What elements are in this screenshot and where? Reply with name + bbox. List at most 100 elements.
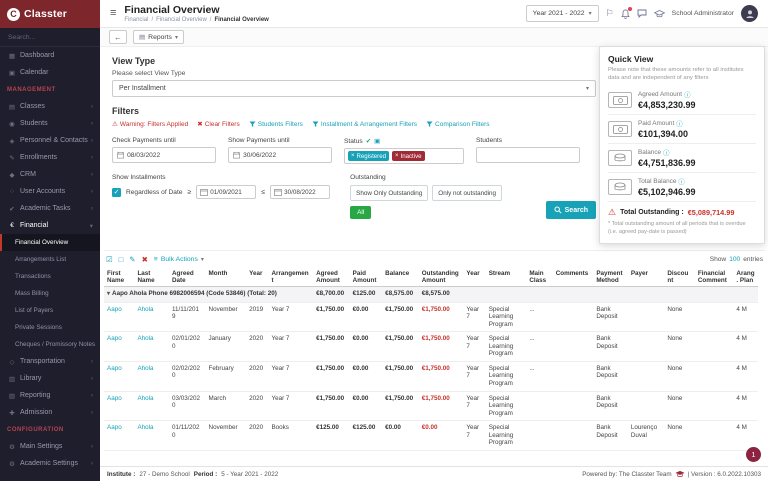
cell-first-name[interactable]: Aapo (104, 421, 134, 451)
column-header[interactable]: Year (463, 268, 485, 287)
sidebar-item-students[interactable]: ◉Students› (0, 115, 100, 132)
date-to-input[interactable] (284, 189, 326, 196)
column-header[interactable]: Outstanding Amount (419, 268, 464, 287)
deselect-all-icon[interactable]: □ (119, 255, 124, 264)
back-button[interactable]: ← (109, 30, 127, 44)
status-multiselect[interactable]: × Registered × Inactive (344, 148, 464, 164)
avatar[interactable] (741, 5, 758, 22)
cell-last-name[interactable]: Ahola (134, 361, 169, 391)
all-button[interactable]: All (350, 206, 371, 219)
remove-tag-icon[interactable]: × (395, 153, 399, 159)
group-row[interactable]: ▾Aapo Ahola Phone 6982006594 (Code 53846… (104, 287, 758, 302)
column-header[interactable]: Month (206, 268, 247, 287)
sidebar-item-reporting[interactable]: ▧Reporting› (0, 387, 100, 404)
column-header[interactable]: Financial Comment (695, 268, 734, 287)
column-header[interactable]: Discount (664, 268, 694, 287)
year-selector[interactable]: Year 2021 - 2022 ▾ (526, 5, 599, 22)
column-header[interactable]: Arang. Plan (733, 268, 758, 287)
regardless-of-date-checkbox[interactable]: ✓ (112, 188, 121, 197)
sidebar-item-main-settings[interactable]: ⚙Main Settings› (0, 438, 100, 455)
sidebar-search-input[interactable] (8, 34, 92, 41)
sidebar-item-crm[interactable]: ◆CRM› (0, 166, 100, 183)
sidebar-item-calendar[interactable]: ▣Calendar (0, 64, 100, 81)
cell-first-name[interactable]: Aapo (104, 391, 134, 421)
only-not-outstanding-button[interactable]: Only not outstanding (432, 185, 502, 201)
cell-first-name[interactable]: Aapo (104, 332, 134, 362)
sidebar-item-academic-settings[interactable]: ⚙Academic Settings› (0, 455, 100, 472)
students-input[interactable] (481, 152, 575, 159)
date-from-input[interactable] (210, 189, 252, 196)
cell-last-name[interactable]: Ahola (134, 391, 169, 421)
view-type-select[interactable]: Per Installment ▾ (112, 80, 596, 97)
sidebar-item-admission[interactable]: ✚Admission› (0, 404, 100, 421)
select-all-check-icon[interactable]: ✔ (366, 137, 371, 145)
bulk-actions-button[interactable]: ≡ Bulk Actions ▾ (154, 256, 204, 263)
sidebar-item-private-sessions[interactable]: Private Sessions (0, 319, 100, 336)
info-icon[interactable]: ⓘ (684, 90, 690, 99)
show-payments-input[interactable] (243, 152, 327, 159)
clear-filters-link[interactable]: ✖ Clear Filters (197, 120, 240, 128)
remove-tag-icon[interactable]: × (351, 153, 355, 159)
delete-icon[interactable]: ✖ (142, 255, 148, 264)
search-button[interactable]: Search (546, 201, 596, 219)
cell-last-name[interactable]: Ahola (134, 421, 169, 451)
column-header[interactable]: Balance (382, 268, 419, 287)
sidebar-item-library[interactable]: ▥Library› (0, 370, 100, 387)
sidebar-item-user-accounts[interactable]: ○User Accounts› (0, 183, 100, 200)
select-all-icon[interactable]: ☑ (106, 255, 113, 264)
cell-last-name[interactable]: Ahola (134, 302, 169, 332)
sidebar-item-transactions[interactable]: Transactions (0, 268, 100, 285)
sidebar-item-classes[interactable]: ▤Classes› (0, 98, 100, 115)
sidebar-item-mass-billing[interactable]: Mass Billing (0, 285, 100, 302)
check-payments-datepicker[interactable] (112, 147, 216, 163)
info-icon[interactable]: ⓘ (678, 177, 684, 186)
column-header[interactable]: Stream (486, 268, 527, 287)
sidebar-item-arrangements-list[interactable]: Arrangements List (0, 251, 100, 268)
students-filters-link[interactable]: Students Filters (249, 121, 303, 128)
show-payments-datepicker[interactable] (228, 147, 332, 163)
sidebar-item-enrollments[interactable]: ✎Enrollments› (0, 149, 100, 166)
column-header[interactable]: Agreed Date (169, 268, 206, 287)
installment-arrangement-filters-link[interactable]: Installment & Arrangement Filters (312, 121, 417, 128)
breadcrumb-link[interactable]: Financial Overview (156, 17, 207, 23)
sidebar-item-dashboard[interactable]: ▦Dashboard (0, 47, 100, 64)
show-only-outstanding-button[interactable]: Show Only Outstanding (350, 185, 428, 201)
column-header[interactable]: Comments (553, 268, 594, 287)
academic-cap-icon[interactable] (654, 10, 665, 18)
entries-count-select[interactable]: 100 (729, 256, 740, 263)
cell-first-name[interactable]: Aapo (104, 361, 134, 391)
column-header[interactable]: Agreed Amount (313, 268, 350, 287)
column-header[interactable]: Last Name (134, 268, 169, 287)
sidebar-item-list-of-payers[interactable]: List of Payers (0, 302, 100, 319)
column-header[interactable]: Payer (628, 268, 665, 287)
date-to-picker[interactable] (270, 185, 330, 199)
column-header[interactable]: Main Class (526, 268, 552, 287)
cell-last-name[interactable]: Ahola (134, 332, 169, 362)
sidebar-item-financial[interactable]: €Financial▾ (0, 217, 100, 234)
flag-icon[interactable]: ⚐ (606, 8, 614, 19)
chat-bubble-badge[interactable]: 1 (746, 447, 761, 462)
comparison-filters-link[interactable]: Comparison Filters (426, 121, 490, 128)
reports-button[interactable]: ▤ Reports ▾ (133, 30, 184, 44)
column-header[interactable]: Payment Method (593, 268, 628, 287)
check-payments-input[interactable] (127, 152, 211, 159)
cell-first-name[interactable]: Aapo (104, 302, 134, 332)
sidebar-item-academic-tasks[interactable]: ✔Academic Tasks› (0, 200, 100, 217)
status-options-icon[interactable]: ▣ (374, 137, 380, 145)
info-icon[interactable]: ⓘ (663, 148, 669, 157)
sidebar-item-transportation[interactable]: ◇Transportation› (0, 353, 100, 370)
info-icon[interactable]: ⓘ (676, 119, 682, 128)
column-header[interactable]: First Name (104, 268, 134, 287)
column-header[interactable]: Year (246, 268, 268, 287)
breadcrumb-link[interactable]: Financial (124, 17, 148, 23)
students-select[interactable] (476, 147, 580, 163)
sidebar-item-cheques-promissory-notes[interactable]: Cheques / Promissory Notes (0, 336, 100, 353)
column-header[interactable]: Paid Amount (350, 268, 382, 287)
logo-text[interactable]: Classter (24, 8, 67, 20)
collapse-group-icon[interactable]: ▾ (107, 291, 110, 297)
notifications-bell-icon[interactable] (621, 9, 630, 19)
sidebar-item-personnel-contacts[interactable]: ◈Personnel & Contacts› (0, 132, 100, 149)
date-from-picker[interactable] (196, 185, 256, 199)
column-header[interactable]: Arrangement (268, 268, 313, 287)
sidebar-item-financial-overview[interactable]: Financial Overview (0, 234, 100, 251)
